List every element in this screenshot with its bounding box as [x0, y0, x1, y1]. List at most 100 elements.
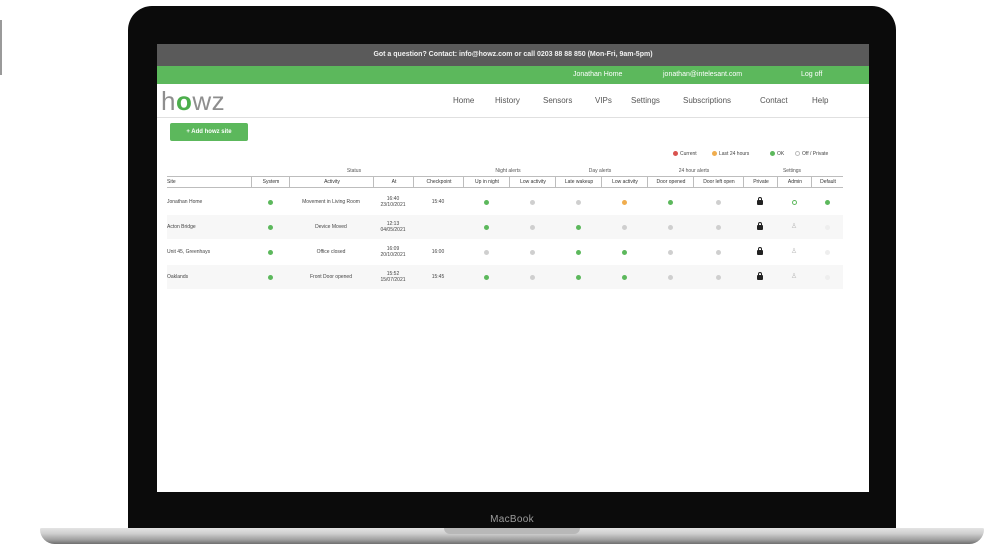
low-activity-day-cell	[601, 215, 647, 239]
nav-item-subscriptions[interactable]: Subscriptions	[683, 96, 731, 105]
legend-current-label: Current	[680, 151, 697, 157]
lock-icon	[757, 196, 763, 205]
site-name[interactable]: Unit 45, Greenhays	[167, 240, 251, 264]
activity-time: 16:40 23/10/2021	[373, 190, 413, 214]
site-name[interactable]: Acton Bridge	[167, 215, 251, 239]
col-activity: Activity	[289, 177, 374, 187]
col-late-wakeup: Late wakeup	[555, 177, 602, 187]
admin-cell[interactable]: ♙	[777, 215, 811, 239]
laptop-screen: Got a question? Contact: info@howz.com o…	[157, 44, 869, 492]
nav-item-home[interactable]: Home	[453, 96, 474, 105]
legend-off: Off / Private	[795, 151, 828, 157]
grey-status-dot-icon	[529, 249, 535, 255]
grey-status-dot-icon	[715, 274, 721, 280]
col-door-opened: Door opened	[647, 177, 694, 187]
green-status-dot-icon	[483, 224, 489, 230]
grey-status-dot-icon	[621, 224, 627, 230]
green-status-dot-icon	[267, 249, 273, 255]
door-opened-cell	[647, 265, 693, 289]
home-link[interactable]: Jonathan Home	[573, 66, 622, 84]
grey-status-dot-icon	[715, 249, 721, 255]
nav-item-history[interactable]: History	[495, 96, 520, 105]
logoff-link[interactable]: Log off	[801, 66, 822, 84]
system-status	[251, 240, 289, 264]
green-status-dot-icon	[267, 274, 273, 280]
grey-status-dot-icon	[715, 224, 721, 230]
system-status	[251, 190, 289, 214]
checkpoint-time: 15:45	[431, 274, 445, 280]
table-row[interactable]: Oaklands Front Door opened 15:52 15/07/2021…	[167, 265, 843, 289]
low-activity-day-cell	[601, 190, 647, 214]
activity-text: Movement in Living Room	[302, 199, 360, 205]
default-cell[interactable]	[811, 240, 843, 264]
private-cell[interactable]	[743, 190, 777, 214]
door-left-open-cell	[693, 190, 743, 214]
add-site-button[interactable]: + Add howz site	[170, 123, 248, 141]
contact-bar: Got a question? Contact: info@howz.com o…	[157, 44, 869, 66]
grey-status-dot-icon	[483, 249, 489, 255]
green-status-dot-icon	[575, 274, 581, 280]
table-row[interactable]: Jonathan Home Movement in Living Room 16:4…	[167, 190, 843, 214]
orange-dot-icon	[712, 151, 717, 156]
legend-ok-label: OK	[777, 151, 785, 157]
activity-text: Front Door opened	[310, 274, 352, 280]
green-status-dot-icon	[621, 274, 627, 280]
grey-status-dot-icon	[529, 199, 535, 205]
nav-item-contact[interactable]: Contact	[760, 96, 788, 105]
door-opened-cell	[647, 190, 693, 214]
checkpoint-time: 16:00	[431, 249, 445, 255]
admin-cell[interactable]: ♙	[777, 265, 811, 289]
email-link[interactable]: jonathan@intelesant.com	[663, 66, 742, 84]
private-cell[interactable]	[743, 240, 777, 264]
howz-logo[interactable]: howz	[161, 88, 225, 114]
col-admin: Admin	[777, 177, 812, 187]
up-in-night-cell	[463, 240, 509, 264]
col-private: Private	[743, 177, 778, 187]
activity-time: 12:13 04/05/2021	[373, 215, 413, 239]
col-door-left-open: Door left open	[693, 177, 744, 187]
site-name[interactable]: Jonathan Home	[167, 190, 251, 214]
col-checkpoint: Checkpoint	[413, 177, 464, 187]
default-cell[interactable]	[811, 265, 843, 289]
group-night-alerts: Night alerts	[495, 168, 521, 174]
col-up-in-night: Up in night	[463, 177, 510, 187]
green-status-dot-icon	[267, 199, 273, 205]
table-row[interactable]: Acton Bridge Device Moved 12:13 04/05/2021 ♙	[167, 215, 843, 239]
private-cell[interactable]	[743, 215, 777, 239]
up-in-night-cell	[463, 215, 509, 239]
table-row[interactable]: Unit 45, Greenhays Office closed 16:09 20/1…	[167, 240, 843, 264]
nav-item-sensors[interactable]: Sensors	[543, 96, 572, 105]
orange-status-dot-icon	[621, 199, 627, 205]
legend-last24: Last 24 hours	[712, 151, 749, 157]
site-name[interactable]: Oaklands	[167, 265, 251, 289]
system-status	[251, 215, 289, 239]
nav-item-settings[interactable]: Settings	[631, 96, 660, 105]
status-off-icon	[824, 274, 830, 280]
green-status-dot-icon	[667, 199, 673, 205]
grey-status-dot-icon	[715, 199, 721, 205]
laptop-notch	[444, 528, 580, 534]
default-cell[interactable]	[811, 215, 843, 239]
nav-item-help[interactable]: Help	[812, 96, 828, 105]
green-status-dot-icon	[621, 249, 627, 255]
legend-current: Current	[673, 151, 697, 157]
admin-cell[interactable]	[777, 190, 811, 214]
default-cell[interactable]	[811, 190, 843, 214]
date-value: 23/10/2021	[380, 202, 406, 208]
admin-ring-icon	[791, 199, 797, 205]
col-low-activity-night: Low activity	[509, 177, 556, 187]
activity-text: Device Moved	[315, 224, 347, 230]
private-cell[interactable]	[743, 265, 777, 289]
admin-cell[interactable]: ♙	[777, 240, 811, 264]
door-opened-cell	[647, 215, 693, 239]
green-status-dot-icon	[483, 199, 489, 205]
logo-text-h: h	[161, 86, 176, 116]
up-in-night-cell	[463, 265, 509, 289]
status-off-icon	[824, 224, 830, 230]
person-icon: ♙	[790, 273, 798, 280]
nav-item-vips[interactable]: VIPs	[595, 96, 612, 105]
user-bar: Jonathan Home jonathan@intelesant.com Lo…	[157, 66, 869, 84]
checkpoint-time	[413, 215, 463, 239]
lock-icon	[757, 246, 763, 255]
green-status-dot-icon	[267, 224, 273, 230]
